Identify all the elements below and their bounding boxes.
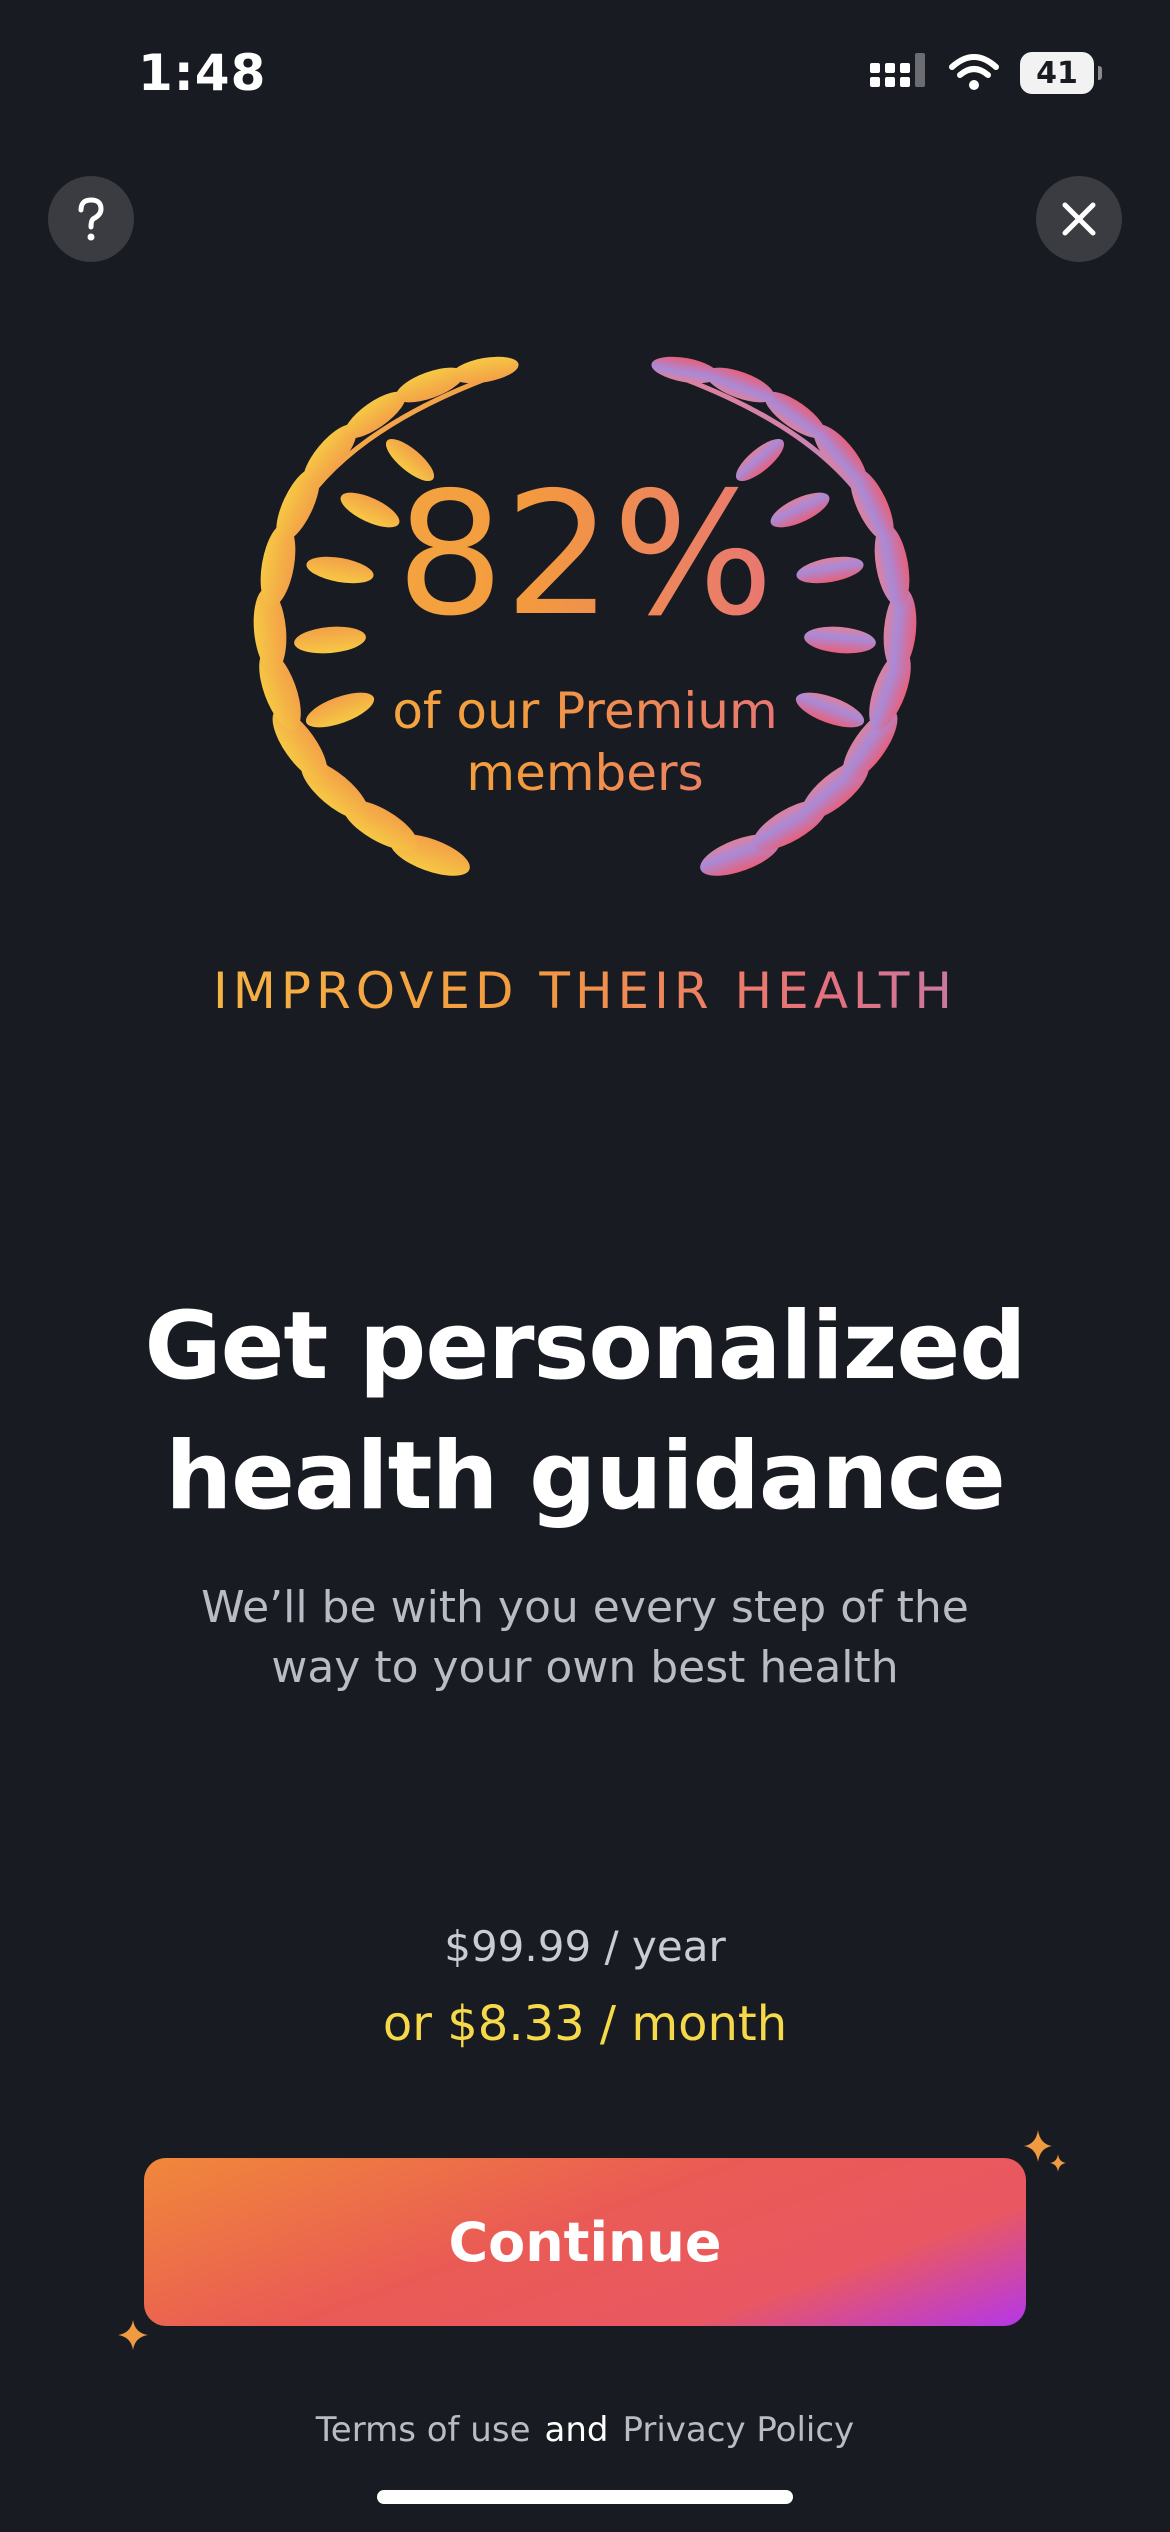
page-subtitle-line2: way to your own best health — [271, 1642, 899, 1693]
question-mark-icon — [78, 197, 104, 241]
page-title-line2: health guidance — [165, 1422, 1005, 1531]
price-monthly: or $8.33 / month — [382, 1996, 788, 2052]
stat-subtitle-line1: of our Premium — [0, 680, 1170, 742]
page-subtitle: We’ll be with you every step of the way … — [0, 1578, 1170, 1698]
page-title-line1: Get personalized — [144, 1292, 1026, 1401]
sparkle-icon — [118, 2320, 148, 2350]
close-button[interactable] — [1036, 176, 1122, 262]
page-subtitle-line1: We’ll be with you every step of the — [201, 1582, 969, 1633]
privacy-policy-link[interactable]: Privacy Policy — [622, 2410, 854, 2450]
close-icon — [1062, 202, 1096, 236]
stat-caption: IMPROVED THEIR HEALTH — [0, 962, 1170, 1020]
wifi-icon — [949, 54, 999, 90]
terms-of-use-link[interactable]: Terms of use — [316, 2410, 531, 2450]
price-yearly: $99.99 / year — [444, 1922, 726, 1971]
sparkle-icon — [1024, 2130, 1066, 2172]
footer-links: Terms of use and Privacy Policy — [0, 2410, 1170, 2450]
home-indicator[interactable] — [377, 2490, 793, 2504]
continue-button[interactable]: Continue — [144, 2158, 1026, 2326]
status-icons: 41 — [870, 52, 1102, 94]
stat-subtitle: of our Premium members — [0, 680, 1170, 804]
page-title: Get personalized health guidance — [0, 1282, 1170, 1542]
cellular-signal-icon — [870, 53, 925, 87]
help-button[interactable] — [48, 176, 134, 262]
stat-subtitle-line2: members — [0, 742, 1170, 804]
battery-icon: 41 — [1020, 52, 1102, 94]
battery-level: 41 — [1036, 55, 1078, 91]
stat-percentage: 82% — [0, 470, 1170, 640]
footer-and-text: and — [544, 2410, 609, 2450]
status-time: 1:48 — [138, 44, 267, 102]
